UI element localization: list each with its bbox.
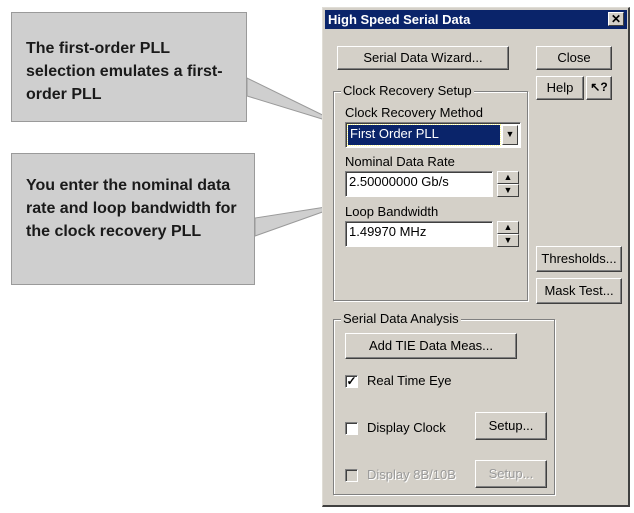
dialog-titlebar: High Speed Serial Data ✕ [325, 10, 627, 29]
spin-up-icon[interactable]: ▲ [497, 221, 519, 234]
display-clock-setup-button[interactable]: Setup... [475, 412, 547, 440]
display-8b10b-label: Display 8B/10B [367, 467, 456, 482]
clock-recovery-method-select[interactable]: First Order PLL ▼ [345, 122, 521, 148]
help-button[interactable]: Help [536, 76, 584, 100]
spin-down-icon[interactable]: ▼ [497, 184, 519, 197]
display-8b10b-checkbox[interactable] [345, 469, 358, 482]
loop-bandwidth-spinner[interactable]: ▲ ▼ [497, 221, 519, 247]
display-clock-label: Display Clock [367, 420, 446, 435]
thresholds-button[interactable]: Thresholds... [536, 246, 622, 272]
chevron-down-icon[interactable]: ▼ [502, 125, 518, 145]
close-icon[interactable]: ✕ [608, 12, 624, 26]
nominal-data-rate-input[interactable]: 2.50000000 Gb/s [345, 171, 493, 197]
spin-down-icon[interactable]: ▼ [497, 234, 519, 247]
nominal-data-rate-label: Nominal Data Rate [345, 154, 455, 169]
serial-data-analysis-label: Serial Data Analysis [341, 311, 461, 326]
loop-bandwidth-label: Loop Bandwidth [345, 204, 439, 219]
serial-data-wizard-button[interactable]: Serial Data Wizard... [337, 46, 509, 70]
whats-this-help-icon[interactable]: ↖? [586, 76, 612, 100]
mask-test-button[interactable]: Mask Test... [536, 278, 622, 304]
display-clock-checkbox[interactable] [345, 422, 358, 435]
dialog-title: High Speed Serial Data [328, 12, 471, 27]
spin-up-icon[interactable]: ▲ [497, 171, 519, 184]
display-8b10b-setup-button[interactable]: Setup... [475, 460, 547, 488]
real-time-eye-label: Real Time Eye [367, 373, 452, 388]
loop-bandwidth-input[interactable]: 1.49970 MHz [345, 221, 493, 247]
close-button[interactable]: Close [536, 46, 612, 70]
real-time-eye-checkbox[interactable]: ✓ [345, 375, 358, 388]
nominal-data-rate-spinner[interactable]: ▲ ▼ [497, 171, 519, 197]
clock-recovery-method-label: Clock Recovery Method [345, 105, 483, 120]
high-speed-serial-data-dialog: High Speed Serial Data ✕ Serial Data Wiz… [322, 7, 630, 507]
clock-recovery-method-value: First Order PLL [347, 124, 501, 146]
add-tie-data-meas-button[interactable]: Add TIE Data Meas... [345, 333, 517, 359]
clock-recovery-setup-label: Clock Recovery Setup [341, 83, 474, 98]
